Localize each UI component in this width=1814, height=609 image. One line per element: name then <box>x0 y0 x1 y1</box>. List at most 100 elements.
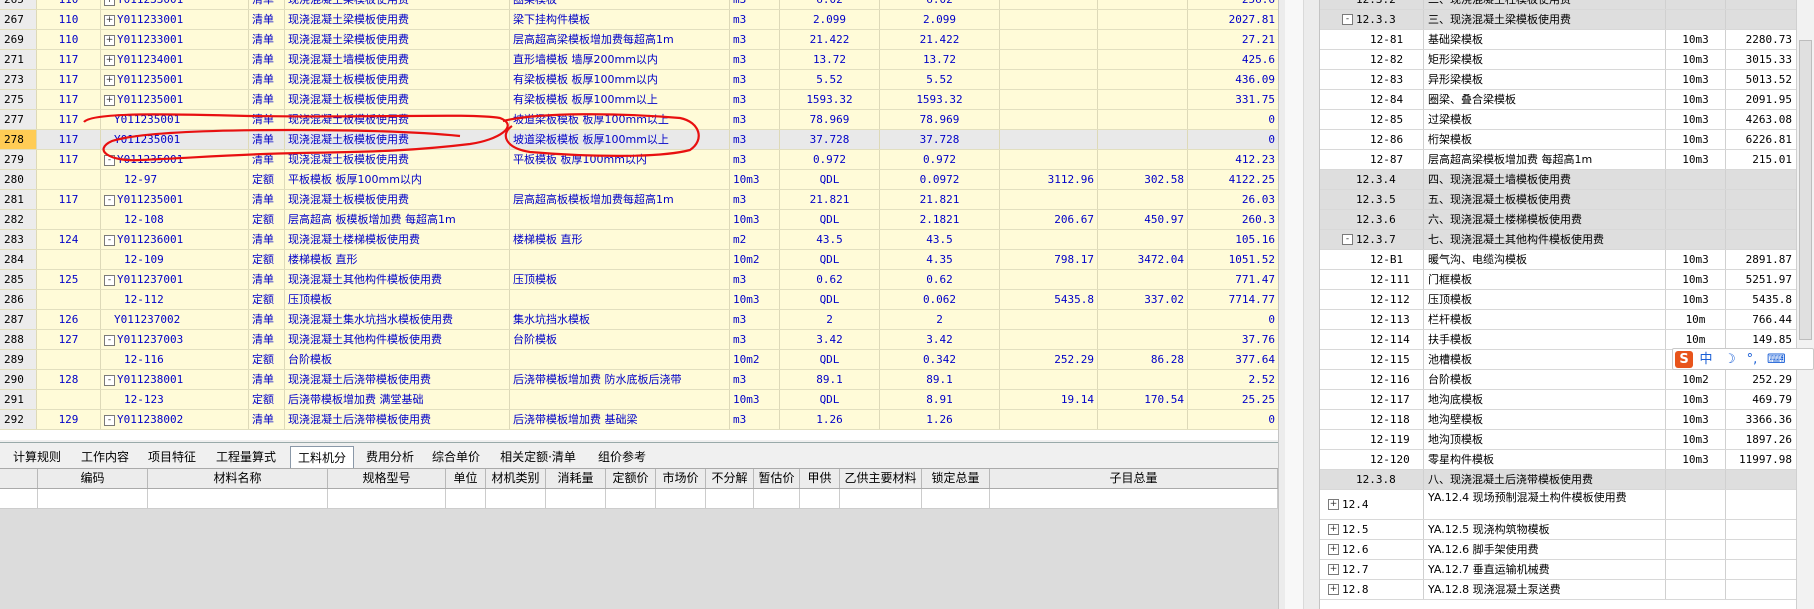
seq-number-cell[interactable]: 125 <box>37 270 101 289</box>
quota-code-cell[interactable]: 12-113 <box>1320 310 1424 329</box>
amount-cell[interactable] <box>1098 0 1188 9</box>
quota-row[interactable]: 12-87 层高超高梁模板增加费 每超高1m 10m3 215.01 <box>1320 150 1796 170</box>
item-type-cell[interactable]: 清单 <box>249 270 285 289</box>
item-code-cell[interactable]: - Y011237001 <box>101 270 249 289</box>
quota-name-cell[interactable]: 二、现浇混凝土柱模板使用费 <box>1424 0 1666 9</box>
total-price-cell[interactable]: 37.76 <box>1188 330 1278 349</box>
material-col-header[interactable]: 市场价 <box>656 469 706 488</box>
material-col-header[interactable]: 消耗量 <box>546 469 606 488</box>
item-name-cell[interactable]: 现浇混凝土楼梯模板使用费 <box>285 230 510 249</box>
punctuation-icon[interactable]: °, <box>1743 351 1761 368</box>
row-index-cell[interactable]: 278 <box>0 130 37 149</box>
collapse-icon[interactable]: - <box>104 414 115 426</box>
expand-icon[interactable]: + <box>104 94 115 106</box>
item-code-cell[interactable]: + Y011234001 <box>101 50 249 69</box>
item-type-cell[interactable]: 清单 <box>249 330 285 349</box>
item-type-cell[interactable]: 定额 <box>249 250 285 269</box>
item-code-cell[interactable]: +Y011233001 <box>101 30 249 49</box>
unit-cell[interactable]: m3 <box>730 50 780 69</box>
item-code-cell[interactable]: 12-116 <box>101 350 249 369</box>
quota-code-cell[interactable]: -12.3.7 <box>1320 230 1424 249</box>
quota-code-cell[interactable]: +12.8 <box>1320 580 1424 599</box>
unit-cell[interactable]: 10m2 <box>730 350 780 369</box>
quota-code-cell[interactable]: 12-83 <box>1320 70 1424 89</box>
quota-price-cell[interactable] <box>1726 520 1796 539</box>
amount-cell[interactable]: 450.97 <box>1098 210 1188 229</box>
quota-row[interactable]: +12.8 YA.12.8 现浇混凝土泵送费 <box>1320 580 1796 600</box>
row-index-cell[interactable]: 289 <box>0 350 37 369</box>
tab-4[interactable]: 工料机分析 <box>290 446 354 487</box>
item-feature-cell[interactable]: 有梁板模板 板厚100mm以内 <box>510 70 730 89</box>
item-code-cell[interactable]: +Y011233001 <box>101 10 249 29</box>
unit-price-cell[interactable] <box>1000 30 1098 49</box>
quantity-cell[interactable]: 43.5 <box>880 230 1000 249</box>
quota-price-cell[interactable] <box>1726 230 1796 249</box>
item-code-cell[interactable]: +Y011233001 <box>101 0 249 9</box>
seq-number-cell[interactable]: 128 <box>37 370 101 389</box>
material-col-header[interactable]: 材料名称 <box>148 469 328 488</box>
item-type-cell[interactable]: 清单 <box>249 90 285 109</box>
item-code-cell[interactable]: Y011235001 <box>101 130 249 149</box>
table-row[interactable]: 269 110 + Y011233001 清单 现浇混凝土梁模板使用费 层高超高梁模板增加费… <box>0 30 1278 50</box>
seq-number-cell[interactable]: 117 <box>37 190 101 209</box>
item-type-cell[interactable]: 定额 <box>249 170 285 189</box>
tree-section-row[interactable]: 12.3.8 八、现浇混凝土后浇带模板使用费 <box>1320 470 1796 490</box>
item-code-cell[interactable]: 12-112 <box>101 290 249 309</box>
quota-row[interactable]: 12-112 压顶模板 10m3 5435.8 <box>1320 290 1796 310</box>
expand-icon[interactable]: + <box>104 74 115 86</box>
unit-price-cell[interactable] <box>1000 70 1098 89</box>
collapse-icon[interactable]: - <box>104 334 115 346</box>
item-name-cell[interactable]: 台阶模板 <box>285 350 510 369</box>
quantity-expr-cell[interactable]: QDL <box>780 350 880 369</box>
quota-price-cell[interactable]: 2091.95 <box>1726 90 1796 109</box>
quantity-cell[interactable]: 6.02 <box>880 0 1000 9</box>
unit-cell[interactable]: 10m2 <box>730 250 780 269</box>
quota-name-cell[interactable]: 扶手模板 <box>1424 330 1666 349</box>
quantity-expr-cell[interactable]: 37.728 <box>780 130 880 149</box>
total-price-cell[interactable]: 2027.81 <box>1188 10 1278 29</box>
unit-cell[interactable]: 10m3 <box>730 390 780 409</box>
quota-unit-cell[interactable]: 10m <box>1666 310 1726 329</box>
quota-unit-cell[interactable]: 10m3 <box>1666 110 1726 129</box>
tree-section-row[interactable]: -12.3.7 七、现浇混凝土其他构件模板使用费 <box>1320 230 1796 250</box>
quota-unit-cell[interactable]: 10m2 <box>1666 370 1726 389</box>
material-cell[interactable] <box>840 489 922 508</box>
splitter-bar[interactable] <box>1285 0 1304 609</box>
quota-name-cell[interactable]: 层高超高梁模板增加费 每超高1m <box>1424 150 1666 169</box>
scrollbar-thumb[interactable] <box>1799 40 1812 340</box>
item-type-cell[interactable]: 清单 <box>249 130 285 149</box>
item-type-cell[interactable]: 定额 <box>249 350 285 369</box>
quantity-expr-cell[interactable]: 89.1 <box>780 370 880 389</box>
item-type-cell[interactable]: 清单 <box>249 410 285 429</box>
quota-price-cell[interactable]: 215.01 <box>1726 150 1796 169</box>
quota-code-cell[interactable]: 12-112 <box>1320 290 1424 309</box>
unit-price-cell[interactable] <box>1000 110 1098 129</box>
material-cell[interactable] <box>800 489 840 508</box>
item-code-cell[interactable]: - Y011238002 <box>101 410 249 429</box>
amount-cell[interactable]: 337.02 <box>1098 290 1188 309</box>
quantity-expr-cell[interactable]: 1593.32 <box>780 90 880 109</box>
quantity-expr-cell[interactable]: 21.821 <box>780 190 880 209</box>
amount-cell[interactable] <box>1098 270 1188 289</box>
quota-code-cell[interactable]: 12.3.4 <box>1320 170 1424 189</box>
quota-code-cell[interactable]: 12-115 <box>1320 350 1424 369</box>
row-index-cell[interactable]: 285 <box>0 270 37 289</box>
unit-price-cell[interactable]: 798.17 <box>1000 250 1098 269</box>
quantity-expr-cell[interactable]: QDL <box>780 250 880 269</box>
quantity-expr-cell[interactable]: QDL <box>780 170 880 189</box>
quota-code-cell[interactable]: 12-111 <box>1320 270 1424 289</box>
material-cell[interactable] <box>754 489 800 508</box>
material-col-header[interactable]: 乙供主要材料 <box>840 469 922 488</box>
unit-cell[interactable]: m3 <box>730 270 780 289</box>
quota-unit-cell[interactable] <box>1666 190 1726 209</box>
quota-name-cell[interactable]: 池槽模板 <box>1424 350 1666 369</box>
quantity-expr-cell[interactable]: QDL <box>780 210 880 229</box>
quota-unit-cell[interactable]: 10m3 <box>1666 410 1726 429</box>
unit-price-cell[interactable]: 252.29 <box>1000 350 1098 369</box>
unit-price-cell[interactable] <box>1000 150 1098 169</box>
row-index-cell[interactable]: 292 <box>0 410 37 429</box>
material-cell[interactable] <box>0 489 38 508</box>
item-code-cell[interactable]: - Y011236001 <box>101 230 249 249</box>
quantity-cell[interactable]: 89.1 <box>880 370 1000 389</box>
unit-price-cell[interactable]: 3112.96 <box>1000 170 1098 189</box>
